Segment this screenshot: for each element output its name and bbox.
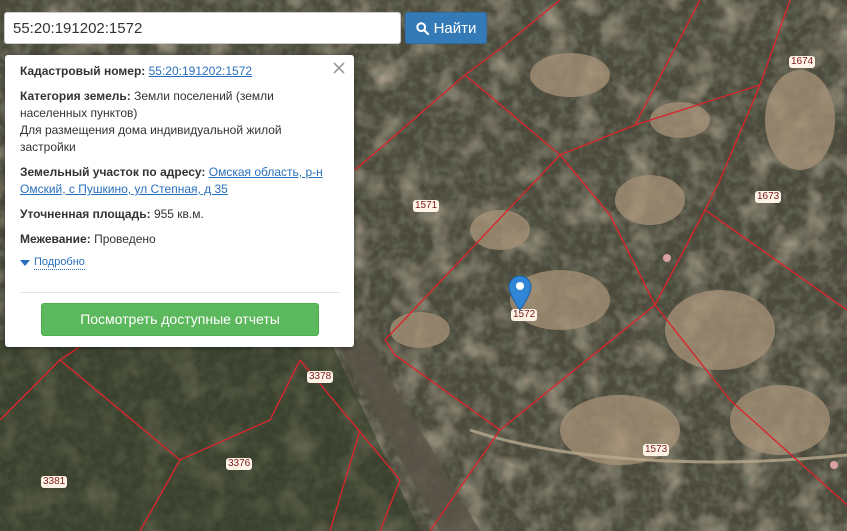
details-toggle[interactable]: Подробно — [20, 256, 340, 270]
land-use-value: Для размещения дома индивидуальной жилой… — [20, 123, 282, 154]
view-reports-button[interactable]: Посмотреть доступные отчеты — [41, 303, 319, 336]
caret-down-icon — [20, 260, 30, 266]
search-button[interactable]: Найти — [405, 12, 487, 44]
land-category-row: Категория земель: Земли поселений (земли… — [20, 88, 340, 156]
search-button-label: Найти — [433, 19, 477, 37]
land-category-label: Категория земель: — [20, 89, 131, 103]
parcel-label-1571: 1571 — [413, 200, 440, 212]
parcel-label-1673: 1673 — [755, 191, 782, 203]
parcel-label-3378: 3378 — [307, 371, 334, 383]
survey-label: Межевание: — [20, 232, 91, 246]
close-icon[interactable] — [332, 61, 346, 75]
cadastral-label: Кадастровый номер: — [20, 64, 146, 78]
location-marker-icon[interactable] — [508, 275, 532, 311]
search-icon — [415, 21, 429, 35]
address-row: Земельный участок по адресу: Омская обла… — [20, 164, 340, 198]
cadastral-row: Кадастровый номер: 55:20:191202:1572 — [20, 63, 340, 80]
address-label: Земельный участок по адресу: — [20, 165, 206, 179]
parcel-label-1573: 1573 — [643, 444, 670, 456]
area-label: Уточненная площадь: — [20, 207, 151, 221]
area-value: 955 кв.м. — [153, 207, 204, 221]
popup-divider — [20, 292, 340, 293]
parcel-label-3381: 3381 — [41, 476, 68, 488]
cadastral-search-input[interactable] — [4, 12, 401, 44]
area-row: Уточненная площадь: 955 кв.м. — [20, 206, 340, 223]
survey-row: Межевание: Проведено — [20, 231, 340, 248]
parcel-info-popup: Кадастровый номер: 55:20:191202:1572 Кат… — [5, 55, 354, 347]
survey-value: Проведено — [94, 232, 156, 246]
details-label: Подробно — [34, 256, 85, 270]
cadastral-number-link[interactable]: 55:20:191202:1572 — [149, 64, 252, 78]
parcel-label-3376: 3376 — [226, 458, 253, 470]
parcel-label-1674: 1674 — [789, 56, 816, 68]
